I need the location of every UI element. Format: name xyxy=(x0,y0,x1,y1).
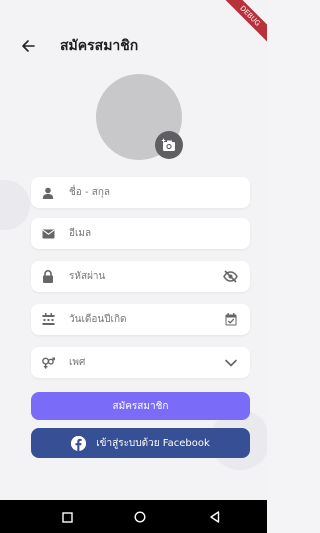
birthdate-field[interactable]: วันเดือนปีเกิด xyxy=(31,304,250,335)
register-screen: DEBUG สมัครสมาชิก ชื่อ - สกุล อีเมล รหัส… xyxy=(0,0,267,533)
page-title: สมัครสมาชิก xyxy=(60,38,139,54)
chevron-down-icon[interactable] xyxy=(223,355,238,370)
email-field[interactable]: อีเมล xyxy=(31,218,250,249)
facebook-icon xyxy=(71,435,87,451)
mail-icon xyxy=(41,227,55,241)
status-bar: DEBUG xyxy=(0,0,267,45)
nav-back-button[interactable] xyxy=(205,508,223,526)
system-nav-bar xyxy=(0,500,267,533)
visibility-off-icon[interactable] xyxy=(223,269,238,284)
add-photo-icon xyxy=(161,138,175,151)
circle-icon xyxy=(134,511,146,523)
gender-select[interactable]: เพศ xyxy=(31,347,250,378)
facebook-login-button[interactable]: เข้าสู่ระบบด้วย Facebook xyxy=(31,428,250,458)
lock-icon xyxy=(41,270,55,284)
birthdate-placeholder: วันเดือนปีเกิด xyxy=(69,314,127,325)
calendar-month-icon xyxy=(41,313,55,327)
nav-home-button[interactable] xyxy=(131,508,149,526)
facebook-login-label: เข้าสู่ระบบด้วย Facebook xyxy=(96,437,210,449)
name-field[interactable]: ชื่อ - สกุล xyxy=(31,177,250,208)
app-bar: สมัครสมาชิก xyxy=(0,28,267,64)
gender-icon xyxy=(41,356,55,370)
square-icon xyxy=(61,511,73,523)
person-icon xyxy=(41,186,55,200)
password-placeholder: รหัสผ่าน xyxy=(69,271,106,282)
gender-placeholder: เพศ xyxy=(69,357,86,368)
register-button[interactable]: สมัครสมาชิก xyxy=(31,392,250,420)
calendar-check-icon[interactable] xyxy=(223,312,238,327)
email-placeholder: อีเมล xyxy=(69,228,92,239)
password-field[interactable]: รหัสผ่าน xyxy=(31,261,250,292)
back-button[interactable] xyxy=(18,36,38,56)
name-placeholder: ชื่อ - สกุล xyxy=(69,187,111,198)
add-photo-button[interactable] xyxy=(155,131,183,159)
arrow-left-icon xyxy=(22,40,35,52)
nav-recents-button[interactable] xyxy=(58,508,76,526)
triangle-back-icon xyxy=(209,511,219,523)
watermark-shape xyxy=(0,180,30,230)
